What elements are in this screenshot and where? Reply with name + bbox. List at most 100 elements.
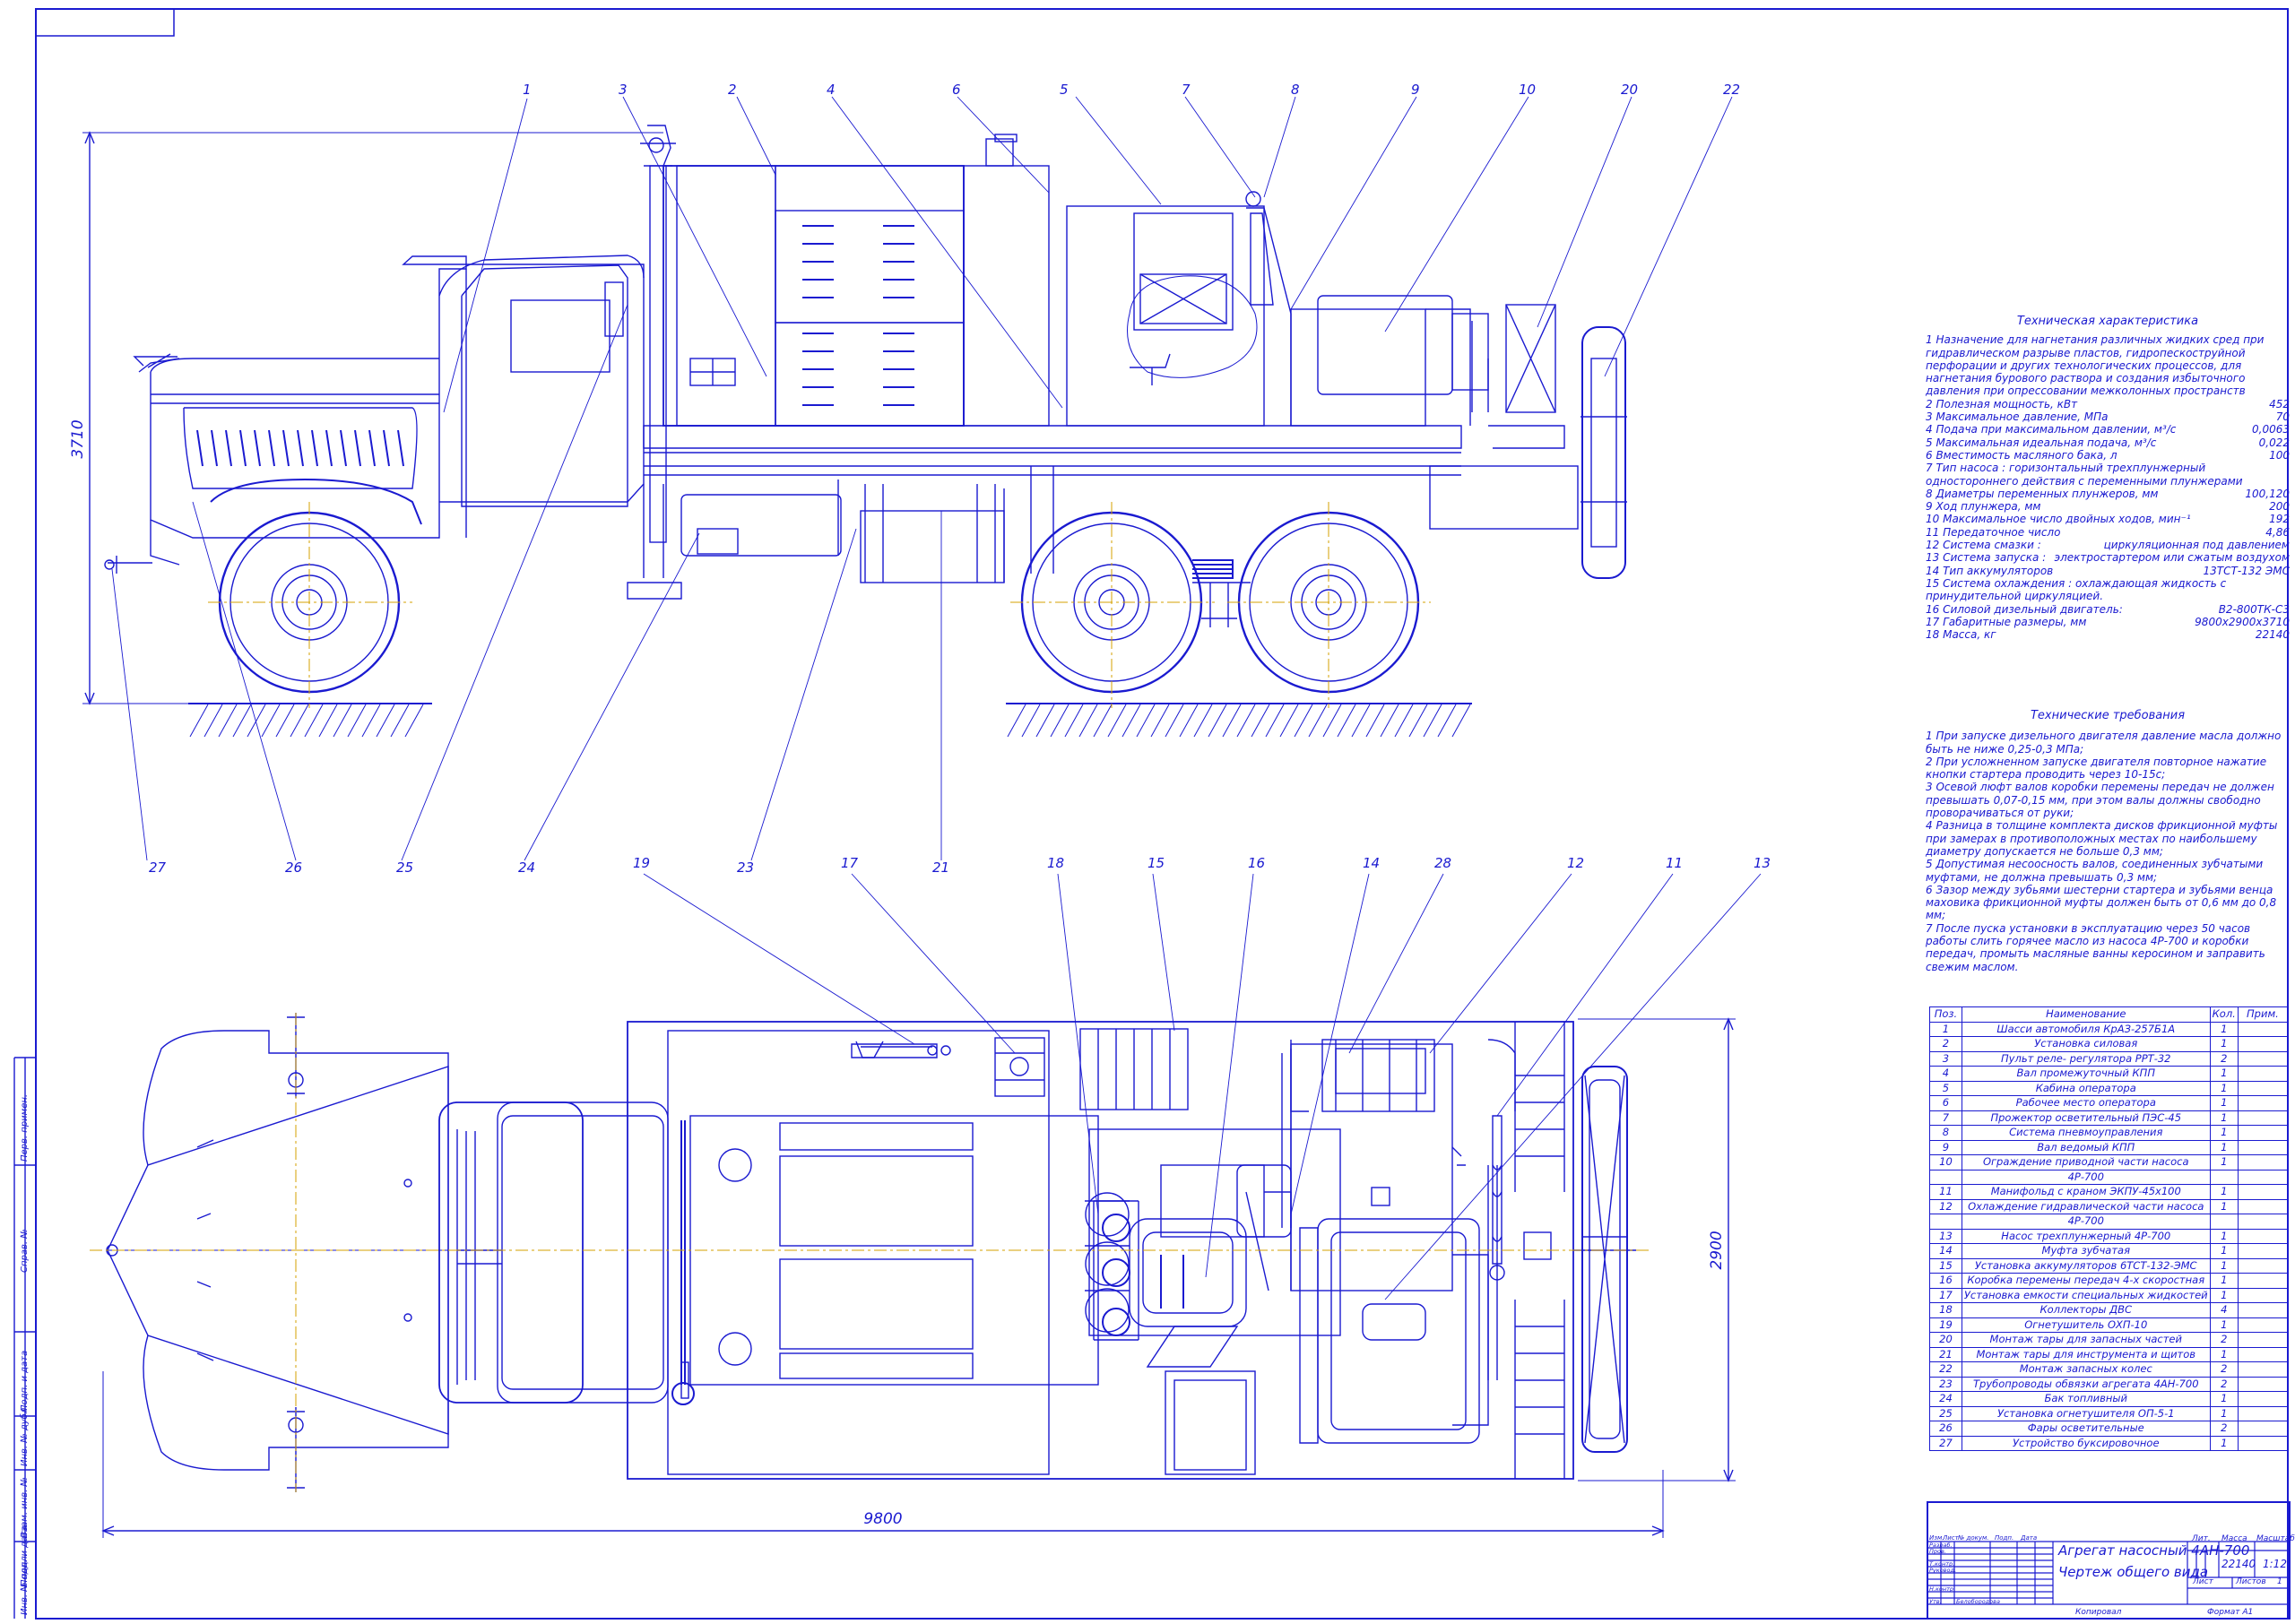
bom-qty: 1 [2209,1435,2239,1451]
scale-value: 1:12 [2263,1558,2287,1570]
bom-note [2237,1376,2289,1392]
drawing-title: Агрегат насосный 4АН-700 [2058,1542,2250,1559]
callout: 3 [619,82,628,98]
bom-name: Система пневмоуправления [1961,1125,2211,1141]
bom-qty: 1 [2209,1391,2239,1407]
side-view [82,125,1627,738]
spec-item: 7 Тип насоса : горизонтальный трехплунже… [1926,462,2243,488]
bom-name: Прожектор осветительный ПЭС-45 [1961,1110,2211,1126]
tb-role: Н.контр. [1929,1585,1956,1593]
bom-pos: 8 [1929,1125,1962,1141]
bom-note [2237,1154,2289,1170]
spec-row: 13 Система запуска : электростартером или… [1926,551,2290,565]
callout: 10 [1519,82,1536,98]
bom-note [2237,1302,2289,1318]
bom-name: Коллекторы ДВС [1961,1302,2211,1318]
spec-item: 1 Назначение для нагнетания различных жи… [1926,333,2265,398]
bom-note [2237,1169,2289,1185]
format-label: Формат А1 [2207,1608,2254,1617]
bom-row: 16 Коробка перемены передач 4-х скоростна… [1929,1273,2289,1289]
bom-note [2237,1287,2289,1303]
bom-name: Коробка перемены передач 4-х скоростная [1961,1273,2211,1289]
bom-pos: 5 [1929,1080,1962,1096]
bom-pos: 23 [1929,1376,1962,1392]
bom-name: Монтаж запасных колес [1961,1361,2211,1378]
bom-qty: 1 [2209,1139,2239,1155]
bom-note [2237,1095,2289,1111]
bom-qty: 1 [2209,1287,2239,1303]
bom-pos: 1 [1929,1021,1962,1037]
bom-row: 4Р-700 [1929,1214,2289,1230]
bom-qty: 1 [2209,1346,2239,1362]
bom-name: Монтаж тары для запасных частей [1961,1332,2211,1348]
tb-role: Лист [1943,1534,1959,1542]
bom-qty: 1 [2209,1317,2239,1333]
bom-pos: 19 [1929,1317,1962,1333]
callout: 20 [1621,82,1638,98]
spec-row: 3 Максимальное давление, МПа 70 [1926,410,2290,424]
sheets-value: 1 [2277,1577,2282,1586]
bom-pos: 2 [1929,1036,1962,1052]
bom-pos: 18 [1929,1302,1962,1318]
requirement-item: 6 Зазор между зубьями шестерни стартера … [1926,883,2277,922]
callout: 19 [633,855,650,871]
bom-name: Установка аккумуляторов 6ТСТ-132-ЭМС [1961,1257,2211,1274]
bom-qty: 1 [2209,1095,2239,1111]
mass-value: 22140 [2221,1558,2256,1570]
bom-pos: 14 [1929,1243,1962,1259]
drawing-subtitle: Чертеж общего вида [2058,1564,2209,1580]
spec-row: 5 Максимальная идеальная подача, м³/с 0,0… [1926,436,2290,449]
spec-row: 4 Подача при максимальном давлении, м³/с… [1926,423,2290,436]
bom-qty: 2 [2209,1361,2239,1378]
requirement-item: 4 Разница в толщине комплекта дисков фри… [1926,819,2278,858]
bom-note [2237,1214,2289,1230]
sheet-label: Лист [2193,1577,2213,1586]
callout: 1 [523,82,532,98]
callout: 22 [1723,82,1740,98]
bill-of-materials: Поз. Наименование Кол. Прим. 1 Шасси автомоби… [1929,1006,2289,1451]
bom-qty: 1 [2209,1184,2239,1200]
bom-pos: 3 [1929,1050,1962,1067]
tb-role: Руковод. [1929,1567,1957,1574]
width-dimension-label: 2900 [1708,1231,1726,1269]
requirement-item: 2 При усложненном запуске двигателя повт… [1926,755,2267,782]
spec-row: 18 Масса, кг 22140 [1926,628,2290,642]
callout: 16 [1248,855,1265,871]
bom-pos: 10 [1929,1154,1962,1170]
bom-row: 11 Манифольд с краном ЭКПУ-45х100 1 [1929,1184,2289,1200]
bom-pos: 15 [1929,1257,1962,1274]
technical-characteristics: Техническая характеристика 1 Назначение … [1926,315,2290,641]
stamp-perv-primen: Перв. примен. [20,1093,30,1162]
specs-title: Техническая характеристика [2016,315,2199,328]
callout: 23 [737,860,754,876]
bom-pos [1929,1214,1962,1230]
bom-pos: 13 [1929,1228,1962,1244]
bom-qty: 2 [2209,1421,2239,1437]
bom-pos: 21 [1929,1346,1962,1362]
bom-note: Прим. [2237,1006,2289,1023]
bom-row: 6 Рабочее место оператора 1 [1929,1095,2289,1111]
bom-qty: 2 [2209,1376,2239,1392]
bom-qty: 1 [2209,1021,2239,1037]
bom-name: Пульт реле- регулятора РРТ-32 [1961,1050,2211,1067]
bom-name: Кабина оператора [1961,1080,2211,1096]
callout: 4 [827,82,836,98]
bom-row: 5 Кабина оператора 1 [1929,1080,2289,1096]
spec-row: 17 Габаритные размеры, мм 9800х2900х3710 [1926,615,2290,628]
spec-row: 12 Система смазки : циркуляционная под да… [1926,539,2290,552]
requirements-title: Технические требования [2030,709,2186,722]
callout: 9 [1411,82,1420,98]
callout: 17 [841,855,859,871]
bom-pos: 24 [1929,1391,1962,1407]
bom-qty: 1 [2209,1125,2239,1141]
bom-pos: 12 [1929,1198,1962,1214]
stamp-inv-dubl: Инв. № дубл. [20,1404,30,1466]
bom-note [2237,1228,2289,1244]
bom-row: 17 Установка емкости специальных жидкосте… [1929,1287,2289,1303]
tb-role: Пров. [1929,1548,1946,1555]
callout: 27 [149,860,167,876]
bom-name: Монтаж тары для инструмента и щитов [1961,1346,2211,1362]
spec-row: 6 Вместимость масляного бака, л 100 [1926,448,2290,462]
callout: 15 [1148,855,1165,871]
bom-row: 15 Установка аккумуляторов 6ТСТ-132-ЭМС 1 [1929,1257,2289,1274]
